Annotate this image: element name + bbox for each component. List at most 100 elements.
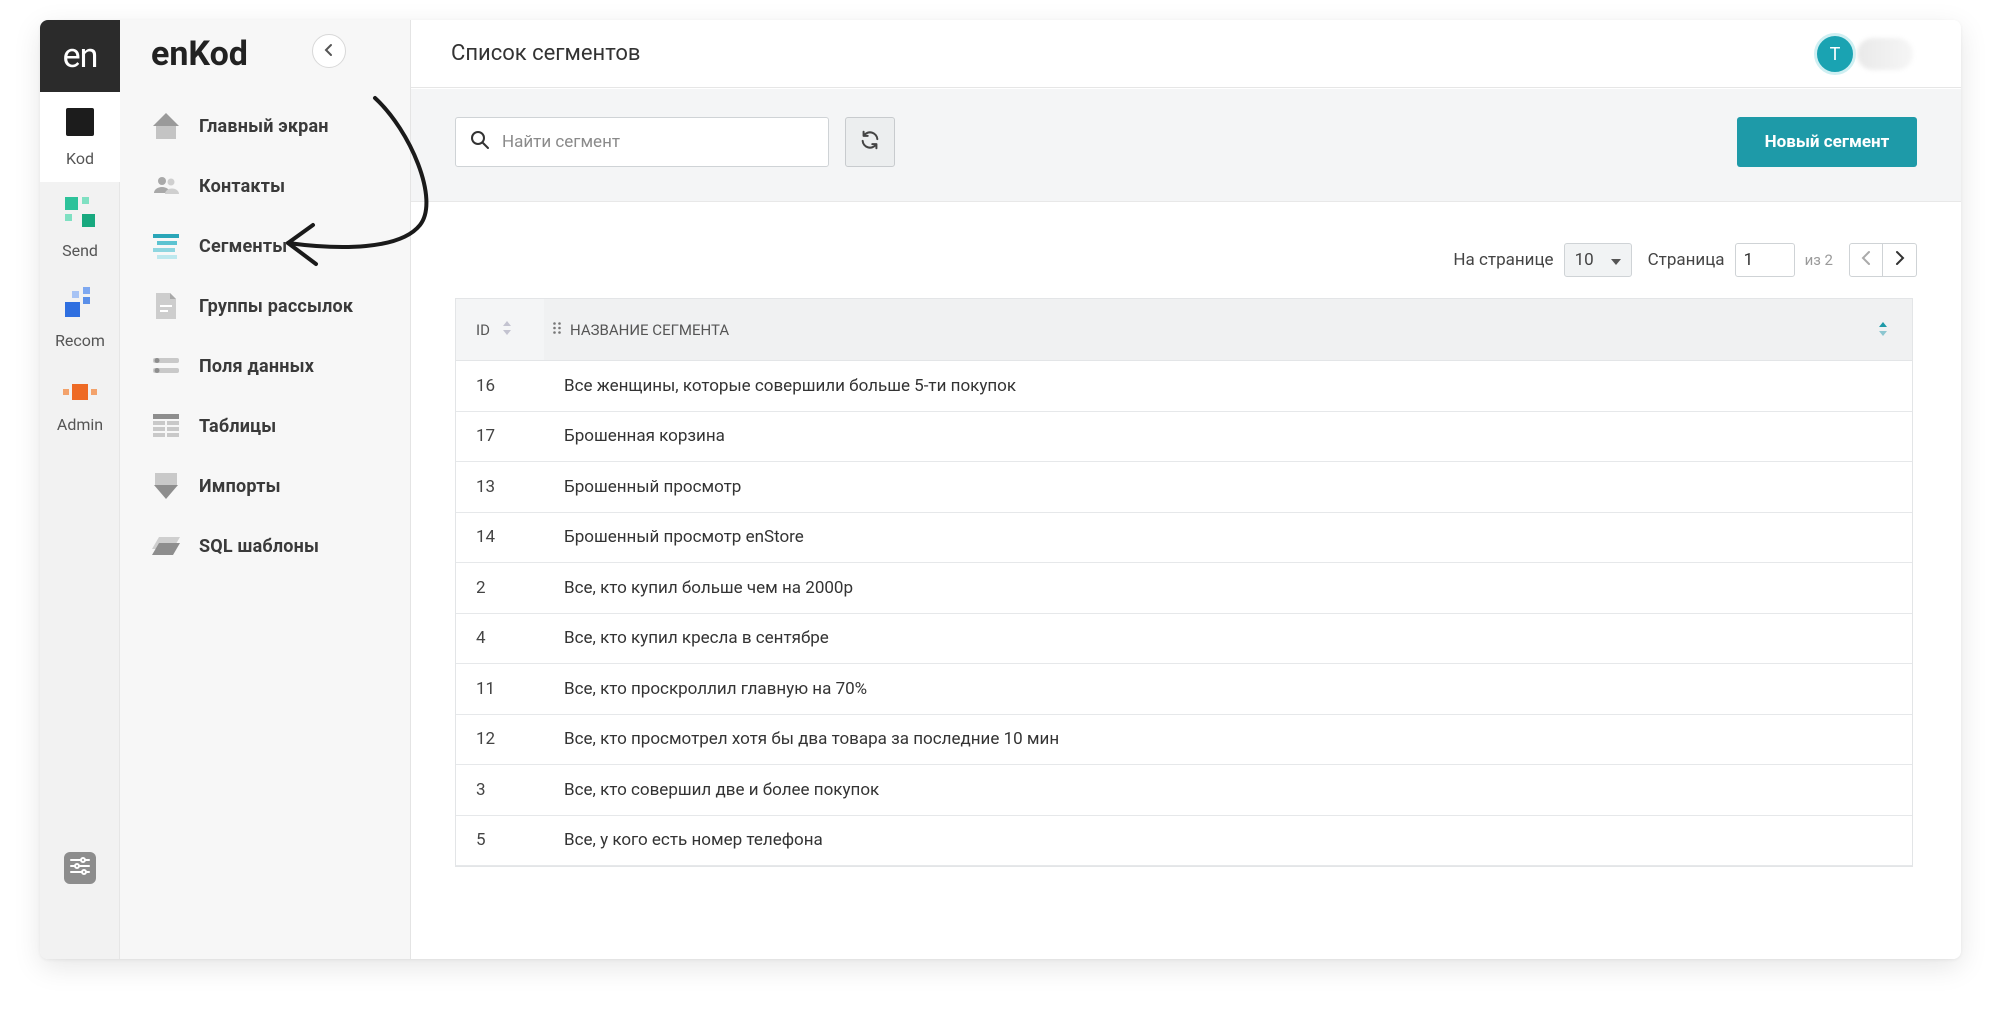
page-total: из 2 [1804, 251, 1833, 269]
sidebar-nav: Главный экран Контакты Сегменты Группы р… [120, 96, 411, 576]
refresh-button[interactable] [845, 117, 895, 167]
sidebar-item-label: Поля данных [199, 355, 315, 377]
next-page-button[interactable] [1883, 243, 1917, 277]
rail-item-kod[interactable]: Kod [40, 92, 120, 182]
sidebar-item-tables[interactable]: Таблицы [120, 396, 411, 456]
cell-name: Все, кто купил кресла в сентябре [564, 628, 829, 649]
table-row[interactable]: 5 Все, у кого есть номер телефона [456, 816, 1912, 866]
cell-id: 17 [476, 426, 496, 447]
pagination: На странице 10 Страница из 2 [1453, 242, 1917, 278]
rail-item-recom[interactable]: Recom [40, 272, 120, 362]
per-page-value: 10 [1574, 250, 1594, 270]
column-header-label: ID [476, 320, 490, 339]
rail-item-label: Send [62, 240, 98, 260]
segments-icon [151, 231, 181, 261]
toolbar: Новый сегмент [411, 89, 1961, 202]
cell-name: Все, кто купил больше чем на 2000р [564, 577, 854, 598]
sidebar-item-segments[interactable]: Сегменты [120, 216, 411, 276]
sidebar-item-imports[interactable]: Импорты [120, 456, 411, 516]
sidebar-item-home[interactable]: Главный экран [120, 96, 411, 156]
cell-name: Все женщины, которые совершили больше 5-… [564, 375, 1017, 396]
cell-id: 13 [476, 476, 496, 497]
per-page-select[interactable]: 10 [1563, 243, 1632, 277]
cell-id: 4 [476, 628, 486, 649]
column-header-id[interactable]: ID [456, 299, 544, 360]
chevron-right-icon [1894, 250, 1906, 271]
rail-item-label: Kod [66, 148, 94, 168]
table-icon [151, 411, 181, 441]
cell-id: 5 [476, 830, 486, 851]
column-header-label: НАЗВАНИЕ СЕГМЕНТА [570, 320, 730, 339]
sidebar-collapse-button[interactable] [312, 34, 346, 68]
app-window: en Kod Send Recom Admin enKod Главный эк… [40, 20, 1961, 959]
sidebar: enKod Главный экран Контакты Сегменты Гр… [120, 20, 411, 959]
table-row[interactable]: 17 Брошенная корзина [456, 412, 1912, 462]
sidebar-item-label: Таблицы [199, 415, 277, 437]
new-segment-button[interactable]: Новый сегмент [1737, 117, 1917, 167]
sidebar-item-label: Импорты [199, 475, 281, 497]
sidebar-item-label: Сегменты [199, 235, 288, 257]
table-row[interactable]: 11 Все, кто проскроллил главную на 70% [456, 664, 1912, 715]
search-input[interactable] [502, 132, 802, 152]
cell-name: Все, кто совершил две и более покупок [564, 779, 880, 800]
table-row[interactable]: 4 Все, кто купил кресла в сентябре [456, 614, 1912, 664]
page-number-input[interactable] [1734, 243, 1795, 277]
import-icon [151, 471, 181, 501]
table-row[interactable]: 3 Все, кто совершил две и более покупок [456, 765, 1912, 816]
sidebar-item-sql-templates[interactable]: SQL шаблоны [120, 516, 411, 576]
cell-name: Брошенная корзина [564, 426, 725, 447]
user-name-blurred[interactable] [1857, 38, 1913, 70]
rail-item-admin[interactable]: Admin [40, 362, 120, 452]
chevron-left-icon [1860, 250, 1872, 271]
rail-settings-button[interactable] [64, 852, 96, 884]
table-row[interactable]: 12 Все, кто просмотрел хотя бы два товара… [456, 715, 1912, 765]
search-icon [470, 130, 490, 154]
page-nav-buttons [1849, 243, 1917, 277]
table-row[interactable]: 16 Все женщины, которые совершили больше … [456, 361, 1912, 412]
document-icon [151, 291, 181, 321]
table-row[interactable]: 2 Все, кто купил больше чем на 2000р [456, 563, 1912, 614]
cell-id: 11 [476, 678, 496, 699]
chevron-left-icon [322, 42, 336, 61]
cell-name: Брошенный просмотр [564, 476, 742, 497]
home-icon [151, 111, 181, 141]
column-header-name[interactable]: НАЗВАНИЕ СЕГМЕНТА [544, 299, 1912, 360]
page-label: Страница [1647, 250, 1725, 270]
rail-logo: en [40, 20, 120, 92]
main-content: Список сегментов T Новый сегмент [411, 20, 1961, 959]
rail-item-send[interactable]: Send [40, 182, 120, 272]
cell-id: 14 [476, 527, 496, 548]
sidebar-item-label: Главный экран [199, 115, 329, 137]
cell-name: Все, у кого есть номер телефона [564, 830, 823, 851]
send-icon [63, 195, 97, 233]
sidebar-item-contacts[interactable]: Контакты [120, 156, 411, 216]
recom-icon [63, 285, 97, 323]
table-row[interactable]: 13 Брошенный просмотр [456, 462, 1912, 513]
cell-name: Все, кто проскроллил главную на 70% [564, 678, 868, 699]
table-row[interactable]: 14 Брошенный просмотр enStore [456, 513, 1912, 563]
rail-item-label: Admin [56, 414, 104, 434]
brand-title: enKod [151, 34, 248, 74]
rail-item-label: Recom [55, 330, 105, 350]
cell-id: 12 [476, 729, 496, 750]
per-page-label: На странице [1453, 250, 1554, 270]
prev-page-button[interactable] [1849, 243, 1883, 277]
sql-icon [151, 531, 181, 561]
cell-name: Все, кто просмотрел хотя бы два товара з… [564, 729, 1060, 750]
sliders-icon [68, 854, 92, 882]
sort-icon [1878, 321, 1888, 341]
cell-id: 16 [476, 375, 496, 396]
user-avatar[interactable]: T [1814, 33, 1856, 75]
sidebar-item-mailing-groups[interactable]: Группы рассылок [120, 276, 411, 336]
sidebar-item-data-fields[interactable]: Поля данных [120, 336, 411, 396]
table-header: ID НАЗВАНИЕ СЕГМЕНТА [456, 299, 1912, 361]
admin-icon [62, 381, 98, 407]
cell-name: Брошенный просмотр enStore [564, 527, 804, 548]
page-title: Список сегментов [451, 41, 641, 66]
cell-id: 2 [476, 577, 486, 598]
search-box [455, 117, 829, 167]
refresh-icon [859, 129, 881, 155]
sort-icon [502, 320, 512, 340]
drag-handle-icon[interactable] [552, 321, 562, 339]
sidebar-item-label: Группы рассылок [199, 295, 354, 317]
